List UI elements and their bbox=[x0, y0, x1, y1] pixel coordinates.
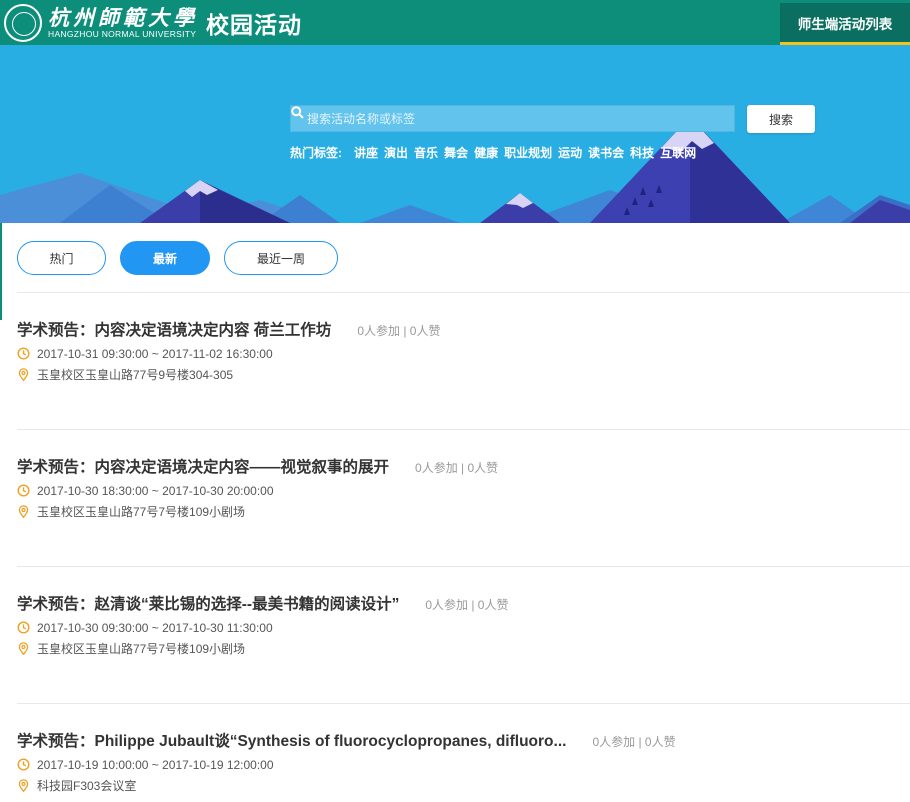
filter-recent-week-button[interactable]: 最近一周 bbox=[224, 241, 338, 275]
activity-location: 玉皇校区玉皇山路77号7号楼109小剧场 bbox=[37, 505, 246, 519]
filter-latest-button[interactable]: 最新 bbox=[120, 241, 210, 275]
search-banner: 搜索 热门标签: 讲座 演出 音乐 舞会 健康 职业规划 运动 读书会 科技 互… bbox=[0, 45, 910, 223]
divider bbox=[17, 703, 910, 704]
divider bbox=[17, 429, 910, 430]
location-pin-icon bbox=[18, 505, 29, 518]
activity-location: 玉皇校区玉皇山路77号9号楼304-305 bbox=[37, 368, 234, 382]
hot-tag[interactable]: 舞会 bbox=[444, 144, 468, 161]
hot-tag[interactable]: 讲座 bbox=[354, 144, 378, 161]
activity-location: 玉皇校区玉皇山路77号7号楼109小剧场 bbox=[37, 642, 246, 656]
activity-time: 2017-10-31 09:30:00 ~ 2017-11-02 16:30:0… bbox=[37, 346, 273, 361]
activity-time: 2017-10-30 09:30:00 ~ 2017-10-30 11:30:0… bbox=[37, 620, 273, 635]
activity-location: 科技园F303会议室 bbox=[37, 779, 137, 793]
hot-tag[interactable]: 演出 bbox=[384, 144, 408, 161]
top-header: 杭州師範大學 HANGZHOU NORMAL UNIVERSITY 校园活动 师… bbox=[0, 0, 910, 45]
activity-stats: 0人参加 | 0人赞 bbox=[592, 735, 676, 749]
clock-icon bbox=[17, 484, 30, 497]
activity-item[interactable]: 学术预告：内容决定语境决定内容——视觉叙事的展开 0人参加 | 0人赞 2017… bbox=[17, 455, 897, 519]
activity-item[interactable]: 学术预告：内容决定语境决定内容 荷兰工作坊 0人参加 | 0人赞 2017-10… bbox=[17, 318, 897, 382]
hot-tag[interactable]: 科技 bbox=[630, 144, 654, 161]
activity-title[interactable]: 学术预告：赵清谈“莱比锡的选择--最美书籍的阅读设计” bbox=[17, 592, 399, 614]
app-title: 校园活动 bbox=[206, 12, 302, 38]
activity-location-row: 玉皇校区玉皇山路77号9号楼304-305 bbox=[17, 368, 897, 382]
university-wordmark: 杭州師範大學 HANGZHOU NORMAL UNIVERSITY bbox=[48, 4, 198, 40]
activity-time-row: 2017-10-31 09:30:00 ~ 2017-11-02 16:30:0… bbox=[17, 346, 897, 361]
activity-stats: 0人参加 | 0人赞 bbox=[415, 461, 499, 475]
search-button[interactable]: 搜索 bbox=[747, 105, 815, 133]
university-name-en: HANGZHOU NORMAL UNIVERSITY bbox=[48, 28, 197, 39]
activity-title[interactable]: 学术预告：内容决定语境决定内容——视觉叙事的展开 bbox=[17, 455, 389, 477]
hot-tags-label: 热门标签: bbox=[290, 146, 342, 160]
activity-list-nav-button[interactable]: 师生端活动列表 bbox=[780, 3, 910, 45]
filter-hot-button[interactable]: 热门 bbox=[17, 241, 106, 275]
clock-icon bbox=[17, 347, 30, 360]
activity-stats: 0人参加 | 0人赞 bbox=[425, 598, 509, 612]
clock-icon bbox=[17, 621, 30, 634]
university-name: 杭州師範大學 bbox=[48, 4, 198, 30]
mountain-illustration bbox=[0, 117, 910, 223]
left-accent-line bbox=[0, 223, 2, 320]
activity-time-row: 2017-10-30 09:30:00 ~ 2017-10-30 11:30:0… bbox=[17, 620, 897, 635]
hot-tag[interactable]: 读书会 bbox=[588, 144, 624, 161]
activity-location-row: 玉皇校区玉皇山路77号7号楼109小剧场 bbox=[17, 505, 897, 519]
divider bbox=[17, 292, 910, 293]
location-pin-icon bbox=[18, 642, 29, 655]
activity-location-row: 玉皇校区玉皇山路77号7号楼109小剧场 bbox=[17, 642, 897, 656]
clock-icon bbox=[17, 758, 30, 771]
university-seal-icon bbox=[4, 4, 42, 42]
location-pin-icon bbox=[18, 368, 29, 381]
search-input[interactable] bbox=[307, 111, 707, 126]
activity-time-row: 2017-10-30 18:30:00 ~ 2017-10-30 20:00:0… bbox=[17, 483, 897, 498]
activity-title[interactable]: 学术预告：Philippe Jubault谈“Synthesis of fluo… bbox=[17, 729, 566, 751]
activity-title[interactable]: 学术预告：内容决定语境决定内容 荷兰工作坊 bbox=[17, 318, 331, 340]
activity-item[interactable]: 学术预告：Philippe Jubault谈“Synthesis of fluo… bbox=[17, 729, 897, 793]
activity-item[interactable]: 学术预告：赵清谈“莱比锡的选择--最美书籍的阅读设计” 0人参加 | 0人赞 2… bbox=[17, 592, 897, 656]
hot-tag[interactable]: 互联网 bbox=[660, 144, 696, 161]
university-logo[interactable]: 杭州師範大學 HANGZHOU NORMAL UNIVERSITY 校园活动 bbox=[4, 3, 302, 43]
hot-tags-row: 热门标签: 讲座 演出 音乐 舞会 健康 职业规划 运动 读书会 科技 互联网 bbox=[290, 144, 702, 161]
search-icon bbox=[291, 106, 304, 119]
activity-stats: 0人参加 | 0人赞 bbox=[357, 324, 441, 338]
activity-time: 2017-10-30 18:30:00 ~ 2017-10-30 20:00:0… bbox=[37, 483, 274, 498]
hot-tag[interactable]: 健康 bbox=[474, 144, 498, 161]
hot-tag[interactable]: 音乐 bbox=[414, 144, 438, 161]
activity-time-row: 2017-10-19 10:00:00 ~ 2017-10-19 12:00:0… bbox=[17, 757, 897, 772]
search-field-container[interactable] bbox=[290, 105, 735, 132]
hot-tag[interactable]: 运动 bbox=[558, 144, 582, 161]
divider bbox=[17, 566, 910, 567]
activity-time: 2017-10-19 10:00:00 ~ 2017-10-19 12:00:0… bbox=[37, 757, 274, 772]
activity-location-row: 科技园F303会议室 bbox=[17, 779, 897, 793]
hot-tag[interactable]: 职业规划 bbox=[504, 144, 552, 161]
location-pin-icon bbox=[18, 779, 29, 792]
